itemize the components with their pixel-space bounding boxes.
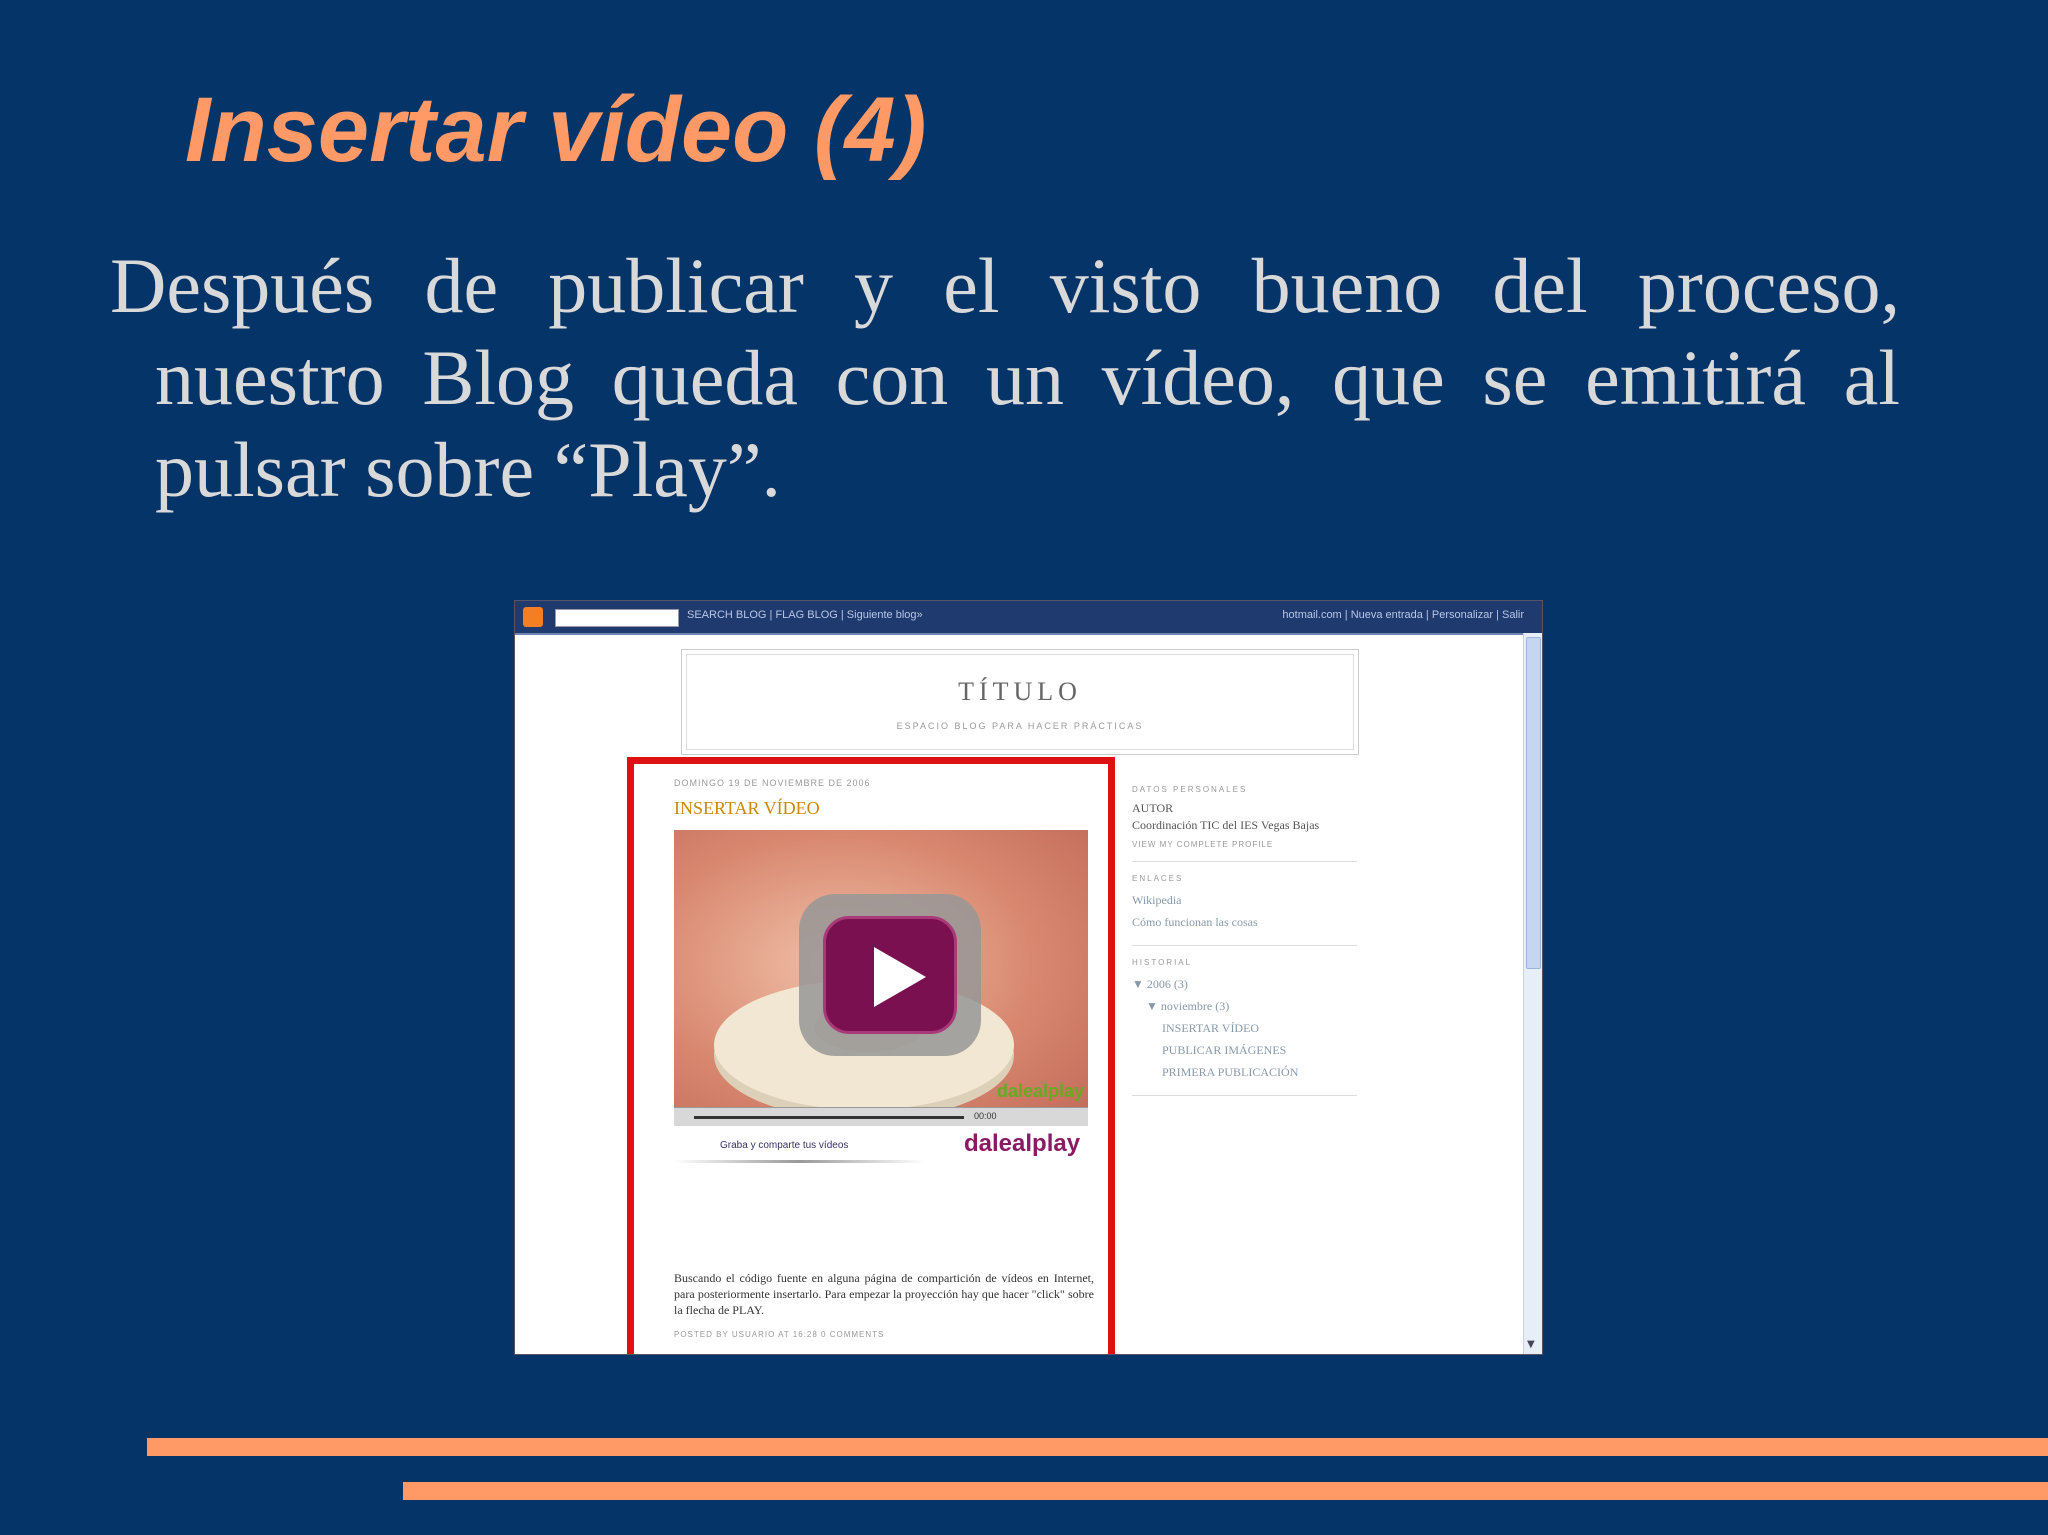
- dalealplay-logo[interactable]: dalealplay: [964, 1130, 1080, 1158]
- account-email: hotmail.com: [1282, 609, 1342, 621]
- post-footer: POSTED BY USUARIO AT 16:28 0 COMMENTS: [674, 1330, 885, 1339]
- blog-description: ESPACIO BLOG PARA HACER PRÁCTICAS: [896, 721, 1144, 731]
- post-body: Buscando el código fuente en alguna pági…: [674, 1271, 1094, 1317]
- video-watermark: dalealplay: [996, 1081, 1084, 1101]
- sidebar-link[interactable]: Wikipedia: [1132, 889, 1357, 911]
- archive-heading: HISTORIAL: [1132, 958, 1193, 967]
- highlighted-post: DOMINGO 19 DE NOVIEMBRE DE 2006 INSERTAR…: [627, 757, 1115, 1354]
- post-title[interactable]: INSERTAR VÍDEO: [674, 798, 820, 819]
- vertical-scrollbar[interactable]: ▼: [1523, 633, 1542, 1354]
- video-progress-track[interactable]: [694, 1116, 964, 1119]
- archive-year[interactable]: ▼ 2006 (3): [1132, 973, 1357, 995]
- author-name[interactable]: AUTOR: [1132, 800, 1357, 817]
- blogger-logo-icon[interactable]: [523, 607, 543, 627]
- share-video-link[interactable]: Graba y comparte tus vídeos: [720, 1140, 848, 1151]
- navbar-left-links: SEARCH BLOG | FLAG BLOG | Siguiente blog…: [687, 609, 923, 621]
- navbar-search-input[interactable]: [555, 609, 679, 627]
- play-icon: [874, 947, 926, 1007]
- video-controls: 00:00: [674, 1107, 1088, 1126]
- decorative-rule-top: [147, 1438, 2048, 1456]
- blog-header: TÍTULO ESPACIO BLOG PARA HACER PRÁCTICAS: [681, 649, 1359, 755]
- navbar-right-links: hotmail.com | Nueva entrada | Personaliz…: [1282, 609, 1524, 621]
- blogger-navbar: SEARCH BLOG | FLAG BLOG | Siguiente blog…: [515, 601, 1542, 635]
- logout-link[interactable]: Salir: [1502, 609, 1524, 621]
- scroll-down-arrow-icon[interactable]: ▼: [1527, 1339, 1535, 1350]
- links-heading: ENLACES: [1132, 874, 1184, 883]
- author-description: Coordinación TIC del IES Vegas Bajas: [1132, 818, 1320, 832]
- divider: [674, 1160, 924, 1163]
- archive-post-link[interactable]: INSERTAR VÍDEO: [1132, 1017, 1357, 1039]
- next-blog-link[interactable]: Siguiente blog»: [847, 609, 923, 621]
- flag-blog-button[interactable]: FLAG BLOG: [775, 609, 837, 621]
- archive-post-link[interactable]: PRIMERA PUBLICACIÓN: [1132, 1061, 1357, 1083]
- blog-title[interactable]: TÍTULO: [687, 677, 1353, 707]
- archive-month[interactable]: ▼ noviembre (3): [1132, 995, 1357, 1017]
- divider: [1132, 945, 1357, 946]
- divider: [1132, 861, 1357, 862]
- blog-screenshot: SEARCH BLOG | FLAG BLOG | Siguiente blog…: [514, 600, 1543, 1355]
- post-date: DOMINGO 19 DE NOVIEMBRE DE 2006: [674, 778, 871, 788]
- video-time: 00:00: [974, 1111, 997, 1121]
- blog-sidebar: DATOS PERSONALES AUTOR Coordinación TIC …: [1132, 785, 1357, 1108]
- slide-body-text: Después de publicar y el visto bueno del…: [110, 242, 1900, 513]
- decorative-rule-bottom: [403, 1482, 2048, 1500]
- play-button[interactable]: [799, 894, 981, 1056]
- profile-link[interactable]: VIEW MY COMPLETE PROFILE: [1132, 840, 1357, 849]
- slide-title: Insertar vídeo (4): [185, 79, 927, 181]
- about-heading: DATOS PERSONALES: [1132, 785, 1248, 794]
- scrollbar-thumb[interactable]: [1526, 637, 1541, 969]
- divider: [1132, 1095, 1357, 1096]
- search-blog-button[interactable]: SEARCH BLOG: [687, 609, 766, 621]
- sidebar-link[interactable]: Cómo funcionan las cosas: [1132, 911, 1357, 933]
- new-post-link[interactable]: Nueva entrada: [1351, 609, 1423, 621]
- embedded-video-player[interactable]: dalealplay 00:00: [674, 830, 1088, 1126]
- archive-post-link[interactable]: PUBLICAR IMÁGENES: [1132, 1039, 1357, 1061]
- customize-link[interactable]: Personalizar: [1432, 609, 1493, 621]
- slide: Insertar vídeo (4) Después de publicar y…: [0, 0, 2048, 1535]
